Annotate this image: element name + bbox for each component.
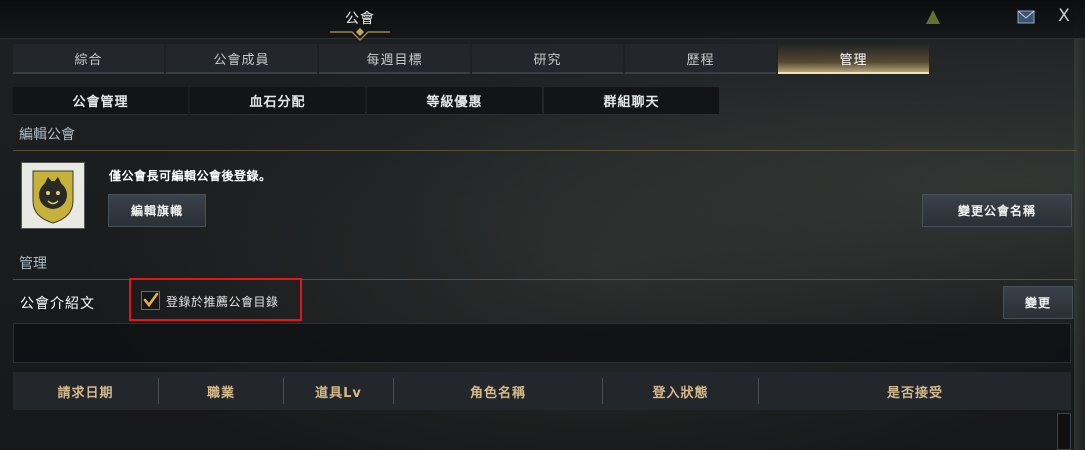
applications-table-header: 請求日期 職業 道具Lv 角色名稱 登入狀態 是否接受	[13, 372, 1071, 410]
ornament-icon	[330, 28, 390, 41]
column-accept[interactable]: 是否接受	[759, 378, 1071, 404]
close-button[interactable]: X	[1053, 5, 1075, 27]
register-directory-checkbox[interactable]	[141, 291, 160, 310]
main-tab-bar: 綜合 公會成員 每週目標 研究 歷程 管理	[13, 44, 931, 74]
column-login-status[interactable]: 登入狀態	[603, 378, 759, 404]
edit-permission-note: 僅公會長可編輯公會後登錄。	[109, 169, 272, 183]
tab-weekly-goals[interactable]: 每週目標	[319, 44, 470, 74]
section-header-edit-guild: 編輯公會	[13, 124, 1077, 151]
table-scrollbar[interactable]	[1057, 413, 1071, 450]
section-header-management: 管理	[13, 253, 1077, 280]
window-title: 公會	[345, 11, 375, 27]
column-item-level[interactable]: 道具Lv	[284, 378, 394, 404]
game-background-edge	[1074, 0, 1085, 450]
lion-crest-icon	[32, 170, 74, 224]
column-request-date[interactable]: 請求日期	[13, 378, 159, 404]
window-titlebar: 公會 X	[0, 0, 1085, 41]
edit-flag-button[interactable]: 編輯旗幟	[108, 194, 206, 227]
subtab-level-benefits[interactable]: 等級優惠	[367, 87, 542, 115]
sub-tab-bar: 公會管理 血石分配 等級優惠 群組聊天	[13, 87, 721, 115]
subtab-group-chat[interactable]: 群組聊天	[544, 87, 719, 115]
rename-guild-button[interactable]: 變更公會名稱	[922, 194, 1072, 227]
checkmark-icon	[143, 292, 159, 308]
mail-icon[interactable]	[1015, 6, 1037, 28]
tab-history[interactable]: 歷程	[625, 44, 776, 74]
column-character-name[interactable]: 角色名稱	[394, 378, 603, 404]
register-directory-label[interactable]: 登錄於推薦公會目錄	[166, 293, 279, 310]
subtab-bloodstone-distribution[interactable]: 血石分配	[190, 87, 365, 115]
column-class[interactable]: 職業	[159, 378, 284, 404]
guild-intro-textarea[interactable]	[13, 323, 1071, 363]
tab-overview[interactable]: 綜合	[13, 44, 164, 74]
guild-emblem	[21, 162, 85, 229]
subtab-guild-management[interactable]: 公會管理	[13, 87, 188, 115]
change-intro-button[interactable]: 變更	[1003, 286, 1073, 319]
guild-flag-icon[interactable]	[922, 6, 944, 28]
guild-intro-label: 公會介紹文	[20, 296, 95, 312]
tab-management[interactable]: 管理	[778, 44, 929, 74]
tab-members[interactable]: 公會成員	[166, 44, 317, 74]
tab-research[interactable]: 研究	[472, 44, 623, 74]
